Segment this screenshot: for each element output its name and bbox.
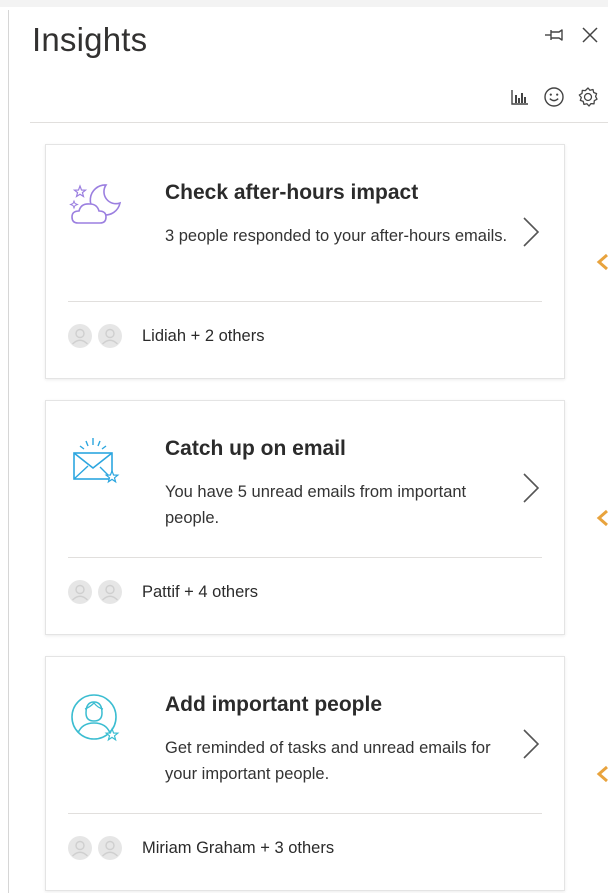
- settings-icon[interactable]: [576, 85, 600, 109]
- avatar: [98, 836, 122, 860]
- insights-pane: Insights Check after-hours impact 3 peop…: [9, 7, 608, 893]
- card-description: 3 people responded to your after-hours e…: [165, 227, 508, 245]
- night-moon-icon: [68, 179, 124, 235]
- people-summary: Pattif + 4 others: [142, 582, 259, 601]
- card-footer: Miriam Graham + 3 others: [68, 833, 334, 863]
- avatar: [68, 580, 92, 604]
- pane-title: Insights: [32, 21, 148, 58]
- insight-card-after-hours[interactable]: Check after-hours impact 3 people respon…: [45, 144, 565, 379]
- card-description: You have 5 unread emails from important …: [165, 483, 467, 527]
- orange-marker-icon: [596, 765, 608, 783]
- card-description: Get reminded of tasks and unread emails …: [165, 739, 491, 783]
- card-divider: [68, 813, 542, 814]
- pin-icon[interactable]: [542, 23, 566, 47]
- avatar: [68, 836, 92, 860]
- avatar-group: [68, 836, 122, 860]
- card-footer: Lidiah + 2 others: [68, 321, 264, 351]
- header-divider: [30, 122, 608, 123]
- avatar: [68, 324, 92, 348]
- card-divider: [68, 557, 542, 558]
- orange-marker-icon: [596, 509, 608, 527]
- insight-card-catch-up-email[interactable]: Catch up on email You have 5 unread emai…: [45, 400, 565, 635]
- chevron-right-icon[interactable]: [519, 727, 543, 761]
- avatar-group: [68, 324, 122, 348]
- smiley-icon[interactable]: [542, 85, 566, 109]
- pane-toolbar: [508, 85, 600, 109]
- avatar: [98, 580, 122, 604]
- card-title: Catch up on email: [165, 437, 346, 460]
- card-title: Check after-hours impact: [165, 181, 419, 204]
- close-icon[interactable]: [578, 23, 602, 47]
- card-footer: Pattif + 4 others: [68, 577, 258, 607]
- email-icon: [68, 435, 124, 491]
- chevron-right-icon[interactable]: [519, 215, 543, 249]
- window-top-strip: [0, 0, 608, 7]
- orange-marker-icon: [596, 253, 608, 271]
- pane-controls: [542, 23, 602, 47]
- insight-card-important-people[interactable]: Add important people Get reminded of tas…: [45, 656, 565, 891]
- person-star-icon: [68, 691, 124, 747]
- avatar-group: [68, 580, 122, 604]
- chart-icon[interactable]: [508, 85, 532, 109]
- people-summary: Miriam Graham + 3 others: [142, 838, 335, 857]
- card-divider: [68, 301, 542, 302]
- chevron-right-icon[interactable]: [519, 471, 543, 505]
- people-summary: Lidiah + 2 others: [142, 326, 265, 345]
- card-title: Add important people: [165, 693, 382, 716]
- avatar: [98, 324, 122, 348]
